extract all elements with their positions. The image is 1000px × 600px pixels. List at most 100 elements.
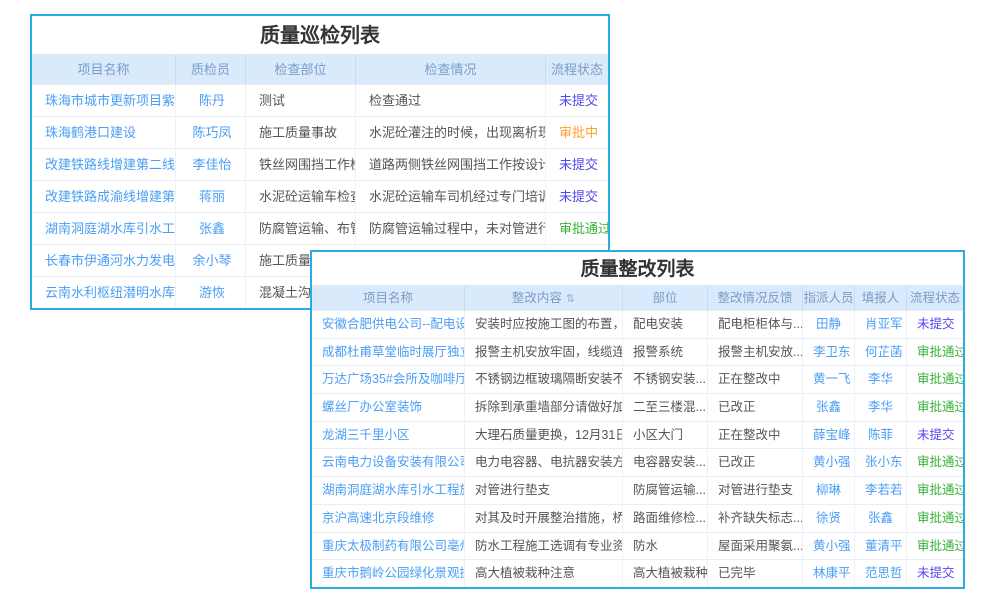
feedback-cell: 补齐缺失标志... xyxy=(708,505,803,532)
reporter-link[interactable]: 董清平 xyxy=(855,533,907,560)
situation-cell: 水泥砼运输车司机经过专门培训... xyxy=(356,181,546,212)
feedback-cell: 正在整改中 xyxy=(708,422,803,449)
status-cell: 未提交 xyxy=(907,560,963,587)
reporter-link[interactable]: 李华 xyxy=(855,366,907,393)
part-cell: 电容器安装... xyxy=(623,449,708,476)
project-link[interactable]: 改建铁路线增建第二线... xyxy=(32,149,176,180)
assignee-link[interactable]: 林康平 xyxy=(803,560,855,587)
feedback-cell: 已改正 xyxy=(708,449,803,476)
inspector-link[interactable]: 蒋丽 xyxy=(176,181,246,212)
table-row: 螺丝厂办公室装饰 拆除到承重墙部分请做好加固... 二至三楼混... 已改正 张… xyxy=(312,393,963,421)
status-cell: 未提交 xyxy=(546,181,608,212)
rectification-table-header: 项目名称 整改内容⇅ 部位 整改情况反馈 指派人员 填报人 流程状态 xyxy=(312,285,963,310)
project-link[interactable]: 万达广场35#会所及咖啡厅空... xyxy=(312,366,465,393)
part-cell: 铁丝网围挡工作检查 xyxy=(246,149,356,180)
feedback-cell: 配电柜柜体与... xyxy=(708,311,803,338)
reporter-link[interactable]: 张鑫 xyxy=(855,505,907,532)
assignee-link[interactable]: 田静 xyxy=(803,311,855,338)
inspector-link[interactable]: 李佳怡 xyxy=(176,149,246,180)
inspector-link[interactable]: 游恢 xyxy=(176,277,246,308)
project-link[interactable]: 长春市伊通河水力发电... xyxy=(32,245,176,276)
content-cell: 不锈钢边框玻璃隔断安装不牢... xyxy=(465,366,623,393)
assignee-link[interactable]: 黄小强 xyxy=(803,533,855,560)
project-link[interactable]: 重庆太极制药有限公司亳州中... xyxy=(312,533,465,560)
reporter-link[interactable]: 陈菲 xyxy=(855,422,907,449)
feedback-cell: 屋面采用聚氨... xyxy=(708,533,803,560)
reporter-link[interactable]: 肖亚军 xyxy=(855,311,907,338)
reporter-link[interactable]: 范思哲 xyxy=(855,560,907,587)
content-cell: 防水工程施工选调有专业资质... xyxy=(465,533,623,560)
feedback-cell: 正在整改中 xyxy=(708,366,803,393)
project-link[interactable]: 重庆市鹅岭公园绿化景观提升... xyxy=(312,560,465,587)
column-header-content[interactable]: 整改内容 ⇅ xyxy=(465,286,623,310)
assignee-link[interactable]: 张鑫 xyxy=(803,394,855,421)
table-row: 云南电力设备安装有限公司20... 电力电容器、电抗器安装方案,... 电容器安… xyxy=(312,448,963,476)
column-header-label: 整改内容 xyxy=(512,291,562,305)
column-header-status: 流程状态 xyxy=(546,55,608,84)
project-link[interactable]: 云南电力设备安装有限公司20... xyxy=(312,449,465,476)
project-link[interactable]: 湖南洞庭湖水库引水工... xyxy=(32,213,176,244)
project-link[interactable]: 龙湖三千里小区 xyxy=(312,422,465,449)
situation-cell: 水泥砼灌注的时候，出现离析现象 xyxy=(356,117,546,148)
project-link[interactable]: 安徽合肥供电公司--配电设备... xyxy=(312,311,465,338)
content-cell: 电力电容器、电抗器安装方案,... xyxy=(465,449,623,476)
rectification-table-title: 质量整改列表 xyxy=(312,252,963,285)
part-cell: 不锈钢安装... xyxy=(623,366,708,393)
project-link[interactable]: 珠海市城市更新项目紫... xyxy=(32,85,176,116)
part-cell: 防腐管运输... xyxy=(623,477,708,504)
table-row: 京沪高速北京段维修 对其及时开展整治措施，桥头... 路面维修检... 补齐缺失… xyxy=(312,504,963,532)
column-header-part: 部位 xyxy=(623,286,708,310)
status-cell: 审批通过 xyxy=(907,449,963,476)
project-link[interactable]: 成都杜甫草堂临时展厅独立展... xyxy=(312,339,465,366)
assignee-link[interactable]: 黄一飞 xyxy=(803,366,855,393)
assignee-link[interactable]: 李卫东 xyxy=(803,339,855,366)
inspector-link[interactable]: 陈丹 xyxy=(176,85,246,116)
reporter-link[interactable]: 李若若 xyxy=(855,477,907,504)
feedback-cell: 对管进行垫支 xyxy=(708,477,803,504)
reporter-link[interactable]: 李华 xyxy=(855,394,907,421)
assignee-link[interactable]: 徐贤 xyxy=(803,505,855,532)
part-cell: 报警系统 xyxy=(623,339,708,366)
assignee-link[interactable]: 柳琳 xyxy=(803,477,855,504)
status-cell: 审批通过 xyxy=(907,505,963,532)
table-row: 安徽合肥供电公司--配电设备... 安装时应按施工图的布置，将... 配电安装 … xyxy=(312,310,963,338)
project-link[interactable]: 珠海鹤港口建设 xyxy=(32,117,176,148)
project-link[interactable]: 改建铁路成渝线增建第... xyxy=(32,181,176,212)
content-cell: 高大植被栽种注意 xyxy=(465,560,623,587)
part-cell: 配电安装 xyxy=(623,311,708,338)
situation-cell: 检查通过 xyxy=(356,85,546,116)
reporter-link[interactable]: 何芷菡 xyxy=(855,339,907,366)
status-cell: 审批通过 xyxy=(907,339,963,366)
status-cell: 审批通过 xyxy=(907,366,963,393)
table-row: 龙湖三千里小区 大理石质量更换，12月31日之... 小区大门 正在整改中 薛宝… xyxy=(312,421,963,449)
content-cell: 对其及时开展整治措施，桥头... xyxy=(465,505,623,532)
content-cell: 安装时应按施工图的布置，将... xyxy=(465,311,623,338)
rectification-table: 质量整改列表 项目名称 整改内容⇅ 部位 整改情况反馈 指派人员 填报人 流程状… xyxy=(310,250,965,589)
inspector-link[interactable]: 张鑫 xyxy=(176,213,246,244)
status-cell: 审批中 xyxy=(546,117,608,148)
column-header-feedback: 整改情况反馈 xyxy=(708,286,803,310)
page: { "inspection": { "title": "质量巡检列表", "he… xyxy=(0,0,1000,600)
status-cell: 审批通过 xyxy=(907,394,963,421)
assignee-link[interactable]: 薛宝峰 xyxy=(803,422,855,449)
column-header-reporter: 填报人 xyxy=(855,286,907,310)
project-link[interactable]: 云南水利枢纽潜明水库... xyxy=(32,277,176,308)
project-link[interactable]: 螺丝厂办公室装饰 xyxy=(312,394,465,421)
inspection-table-header: 项目名称 质检员 检查部位 检查情况 流程状态 xyxy=(32,54,608,84)
inspector-link[interactable]: 陈巧凤 xyxy=(176,117,246,148)
sort-icon[interactable]: ⇅ xyxy=(566,293,575,305)
column-header-situation: 检查情况 xyxy=(356,55,546,84)
column-header-project: 项目名称 xyxy=(32,55,176,84)
part-cell: 施工质量事故 xyxy=(246,117,356,148)
status-cell: 未提交 xyxy=(907,311,963,338)
content-cell: 大理石质量更换，12月31日之... xyxy=(465,422,623,449)
column-header-inspector: 质检员 xyxy=(176,55,246,84)
inspector-link[interactable]: 余小琴 xyxy=(176,245,246,276)
project-link[interactable]: 湖南洞庭湖水库引水工程施工I标 xyxy=(312,477,465,504)
project-link[interactable]: 京沪高速北京段维修 xyxy=(312,505,465,532)
status-cell: 未提交 xyxy=(546,149,608,180)
feedback-cell: 报警主机安放... xyxy=(708,339,803,366)
table-row: 湖南洞庭湖水库引水工程施工I标 对管进行垫支 防腐管运输... 对管进行垫支 柳… xyxy=(312,476,963,504)
reporter-link[interactable]: 张小东 xyxy=(855,449,907,476)
assignee-link[interactable]: 黄小强 xyxy=(803,449,855,476)
